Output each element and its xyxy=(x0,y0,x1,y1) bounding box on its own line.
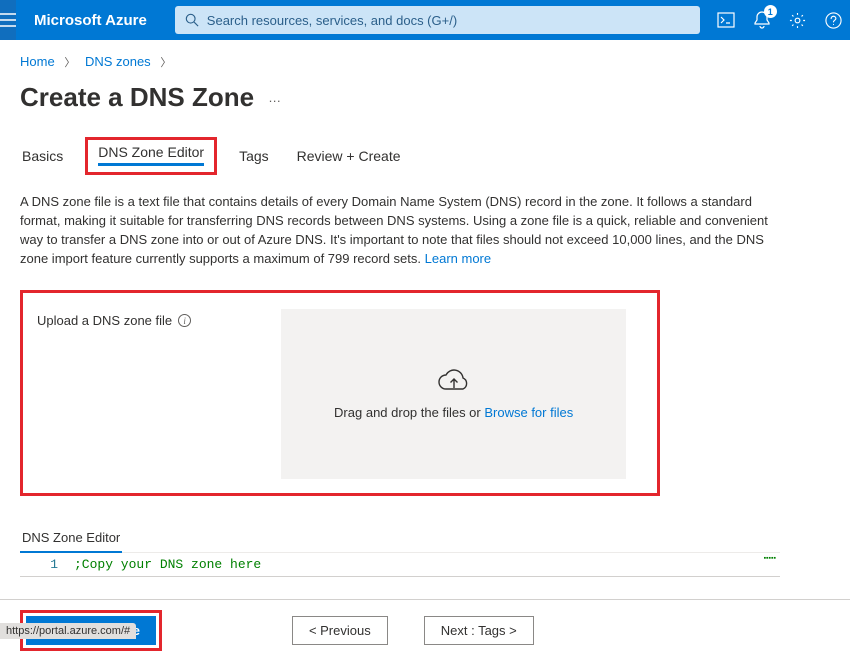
line-number-gutter: 1 xyxy=(20,553,68,576)
breadcrumb: Home 〉 DNS zones 〉 xyxy=(0,40,850,78)
tab-bar: Basics DNS Zone Editor Tags Review + Cre… xyxy=(0,137,850,175)
more-actions-button[interactable]: … xyxy=(268,90,282,105)
hamburger-icon xyxy=(0,13,16,27)
gear-icon xyxy=(789,12,806,29)
chevron-right-icon: 〉 xyxy=(64,57,75,69)
notifications-button[interactable]: 1 xyxy=(752,10,772,30)
search-input[interactable] xyxy=(207,13,690,28)
brand-label[interactable]: Microsoft Azure xyxy=(34,12,147,29)
learn-more-link[interactable]: Learn more xyxy=(425,251,491,266)
code-content[interactable]: ;Copy your DNS zone here xyxy=(68,553,780,576)
global-search[interactable] xyxy=(175,6,700,34)
help-button[interactable] xyxy=(824,10,844,30)
breadcrumb-dns-zones[interactable]: DNS zones xyxy=(85,54,151,69)
editor-tab-bar: DNS Zone Editor xyxy=(20,524,780,553)
next-button[interactable]: Next : Tags > xyxy=(424,616,534,645)
cloud-upload-icon xyxy=(437,369,471,395)
cloud-shell-icon xyxy=(717,12,735,28)
upload-label: Upload a DNS zone file xyxy=(37,313,172,328)
breadcrumb-home[interactable]: Home xyxy=(20,54,55,69)
code-editor[interactable]: 1 ;Copy your DNS zone here ▪▪▪▪▪ xyxy=(20,553,780,577)
editor-tab-dns-zone[interactable]: DNS Zone Editor xyxy=(20,524,122,553)
minimap-indicator: ▪▪▪▪▪ xyxy=(764,555,776,562)
browse-files-link[interactable]: Browse for files xyxy=(484,405,573,420)
zone-editor-section: DNS Zone Editor 1 ;Copy your DNS zone he… xyxy=(20,524,780,577)
tab-dns-zone-editor[interactable]: DNS Zone Editor xyxy=(85,137,217,175)
file-dropzone[interactable]: Drag and drop the files or Browse for fi… xyxy=(281,309,626,479)
menu-toggle-button[interactable] xyxy=(0,0,16,40)
upload-section: Upload a DNS zone file i Drag and drop t… xyxy=(20,290,660,496)
settings-button[interactable] xyxy=(788,10,808,30)
chevron-right-icon: 〉 xyxy=(160,57,171,69)
description-text: A DNS zone file is a text file that cont… xyxy=(20,193,780,268)
top-navigation-bar: Microsoft Azure 1 xyxy=(0,0,850,40)
page-header: Create a DNS Zone … xyxy=(0,78,850,137)
info-icon[interactable]: i xyxy=(178,314,191,327)
tab-basics[interactable]: Basics xyxy=(20,142,65,175)
dropzone-text: Drag and drop the files or Browse for fi… xyxy=(334,405,573,420)
notification-badge: 1 xyxy=(764,5,777,18)
upload-label-row: Upload a DNS zone file i xyxy=(37,309,191,328)
tab-tags[interactable]: Tags xyxy=(237,142,271,175)
tab-review-create[interactable]: Review + Create xyxy=(295,142,403,175)
cloud-shell-button[interactable] xyxy=(716,10,736,30)
help-icon xyxy=(825,12,842,29)
browser-status-url: https://portal.azure.com/# xyxy=(0,623,136,639)
page-title: Create a DNS Zone xyxy=(20,82,254,113)
search-icon xyxy=(185,13,199,27)
previous-button[interactable]: < Previous xyxy=(292,616,388,645)
